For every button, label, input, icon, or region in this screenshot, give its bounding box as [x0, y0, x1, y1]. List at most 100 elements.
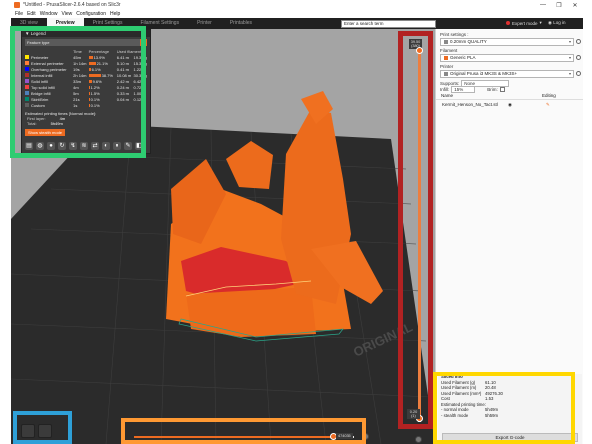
- move-slider-fill: [134, 436, 343, 438]
- layers-view-icon[interactable]: [38, 424, 52, 438]
- legend-feature: Custom: [25, 102, 73, 108]
- edit-icon[interactable]: ✎: [546, 102, 550, 108]
- chevron-down-icon: ▾: [568, 55, 571, 60]
- custom-gcode-icon[interactable]: ✎: [124, 142, 132, 150]
- feature-name: Custom: [31, 102, 45, 108]
- tab-3d-view[interactable]: 3D view: [11, 18, 47, 29]
- layer-top-handle[interactable]: [416, 47, 423, 54]
- percentage-value: 13.9%: [93, 54, 105, 60]
- tool-changes-icon[interactable]: ⇄: [91, 142, 99, 150]
- close-button[interactable]: ✕: [567, 2, 583, 9]
- tab-printer[interactable]: Printer: [188, 18, 221, 29]
- chevron-down-icon: ▾: [568, 71, 571, 76]
- menu-edit[interactable]: Edit: [27, 11, 36, 17]
- printer-value: Original Prusa i3 MK3S & MK3S+: [450, 71, 518, 76]
- filament-dropdown[interactable]: Generic PLA ▾: [440, 54, 574, 62]
- move-slider[interactable]: 474035: [126, 432, 371, 442]
- retractions-icon[interactable]: ↻: [58, 142, 66, 150]
- menu-window[interactable]: Window: [40, 11, 58, 17]
- menu-help[interactable]: Help: [110, 11, 120, 17]
- legend-feature: Overhang perimeter: [25, 66, 73, 72]
- sliced-info-label: Cost: [441, 396, 450, 401]
- layer-slider-fill: [418, 51, 421, 417]
- show-stealth-mode-button[interactable]: Show stealth mode: [25, 129, 66, 136]
- tab-preview[interactable]: Preview: [46, 18, 84, 29]
- search-input[interactable]: Enter a search term: [341, 20, 436, 28]
- layer-slider[interactable]: 39.50 (380) 0.20 (1): [407, 37, 431, 443]
- shells-icon[interactable]: ◍: [36, 142, 44, 150]
- perimeter-icon[interactable]: ▤: [25, 142, 33, 150]
- filament-label: Filament: [440, 48, 458, 53]
- maximize-button[interactable]: ❐: [551, 2, 567, 9]
- filament-gear-icon[interactable]: [576, 55, 581, 60]
- sliced-info-label: Estimated printing time:: [441, 401, 486, 407]
- sliced-info-panel: Sliced Info Used Filament (g) 61.10 Used F…: [438, 374, 582, 444]
- printer-gear-icon[interactable]: [576, 71, 581, 76]
- seams-icon[interactable]: ●: [47, 142, 55, 150]
- percentage-value: 0.1%: [90, 102, 100, 108]
- sliced-info-label: - normal mode: [441, 407, 469, 412]
- print-settings-dropdown[interactable]: 0.20mm QUALITY ▾: [440, 38, 574, 46]
- print-settings-value: 0.20mm QUALITY: [450, 39, 487, 44]
- main-toolbar: 3D view Preview Print Settings Filament …: [11, 18, 583, 29]
- col-name: Name: [441, 93, 454, 98]
- percentage-value: 21.1%: [96, 60, 108, 66]
- infill-dropdown[interactable]: 15%: [451, 86, 476, 93]
- percentage-bar: [88, 73, 101, 77]
- feature-length: 10.08 m: [116, 72, 132, 78]
- view-buttons: [21, 424, 52, 438]
- print-settings-gear-icon[interactable]: [576, 39, 581, 44]
- login-button[interactable]: ◉ Log in: [548, 20, 565, 26]
- brim-label: Brim:: [487, 87, 498, 92]
- app-icon: [14, 2, 20, 8]
- total-time: Total: 5h49m: [27, 121, 150, 126]
- feature-name: Skirt/Brim: [31, 96, 49, 102]
- minimize-button[interactable]: —: [535, 2, 551, 8]
- feature-color-swatch: [25, 61, 29, 66]
- move-slider-settings-icon[interactable]: [362, 433, 369, 440]
- mode-dot-icon: [506, 21, 510, 25]
- mode-selector[interactable]: Expert mode ▾: [506, 20, 542, 26]
- export-gcode-button[interactable]: Export G-code: [442, 433, 578, 442]
- view-type-dropdown[interactable]: Feature type: [25, 39, 147, 46]
- tab-printables[interactable]: Printables: [221, 18, 261, 29]
- legend-title-text: Legend: [30, 31, 46, 36]
- cube-view-icon[interactable]: [21, 424, 35, 438]
- legend-row[interactable]: Custom 1s 0.1%: [25, 102, 149, 108]
- feature-color-swatch: [25, 103, 29, 108]
- tab-filament-settings[interactable]: Filament Settings: [131, 18, 188, 29]
- eye-icon[interactable]: ◉: [508, 102, 512, 108]
- feature-name: Solid infill: [31, 78, 48, 84]
- sidebar: Print settings : 0.20mm QUALITY ▾ Filamen…: [435, 29, 583, 444]
- color-changes-icon[interactable]: ◐: [102, 142, 110, 150]
- menu-file[interactable]: File: [15, 11, 23, 17]
- 3d-preview-canvas[interactable]: ORIGINAL ▼ Legend Feature type Time Perc…: [11, 29, 435, 444]
- feature-color-swatch: [25, 73, 29, 78]
- legend-panel: ▼ Legend Feature type Time Percentage Us…: [21, 29, 151, 154]
- tab-print-settings[interactable]: Print Settings: [84, 18, 132, 29]
- legend-icon[interactable]: ◧: [135, 142, 143, 150]
- filament-color-swatch: [444, 55, 448, 60]
- menu-configuration[interactable]: Configuration: [76, 11, 106, 17]
- pause-icon[interactable]: ⏸: [113, 142, 121, 150]
- percentage-value: 1.2%: [90, 84, 100, 90]
- filament-value: Generic PLA: [450, 55, 476, 60]
- feature-color-swatch: [25, 97, 29, 102]
- feature-weight: 15.36 g: [133, 60, 147, 66]
- feature-time: 1h 14m: [73, 60, 87, 66]
- brim-checkbox[interactable]: [499, 87, 505, 92]
- feature-name: Overhang perimeter: [31, 66, 67, 72]
- wipe-icon[interactable]: ≋: [80, 142, 88, 150]
- percentage-bar: [88, 91, 90, 95]
- feature-time: 1s: [73, 102, 78, 108]
- menu-view[interactable]: View: [61, 11, 72, 17]
- object-list-item[interactable]: Kermit_Henson_No_Tact.stl ◉ ✎: [442, 102, 550, 107]
- infill-label: Infill:: [440, 87, 450, 92]
- percentage-value: 38.7%: [101, 72, 113, 78]
- layer-slider-settings-icon[interactable]: [415, 436, 422, 443]
- travel-icon[interactable]: ↯: [69, 142, 77, 150]
- legend-table: Time Percentage Used filament Perimeter 4…: [25, 48, 149, 108]
- feature-color-swatch: [25, 85, 29, 90]
- feature-color-swatch: [25, 91, 29, 96]
- printer-dropdown[interactable]: Original Prusa i3 MK3S & MK3S+ ▾: [440, 70, 574, 78]
